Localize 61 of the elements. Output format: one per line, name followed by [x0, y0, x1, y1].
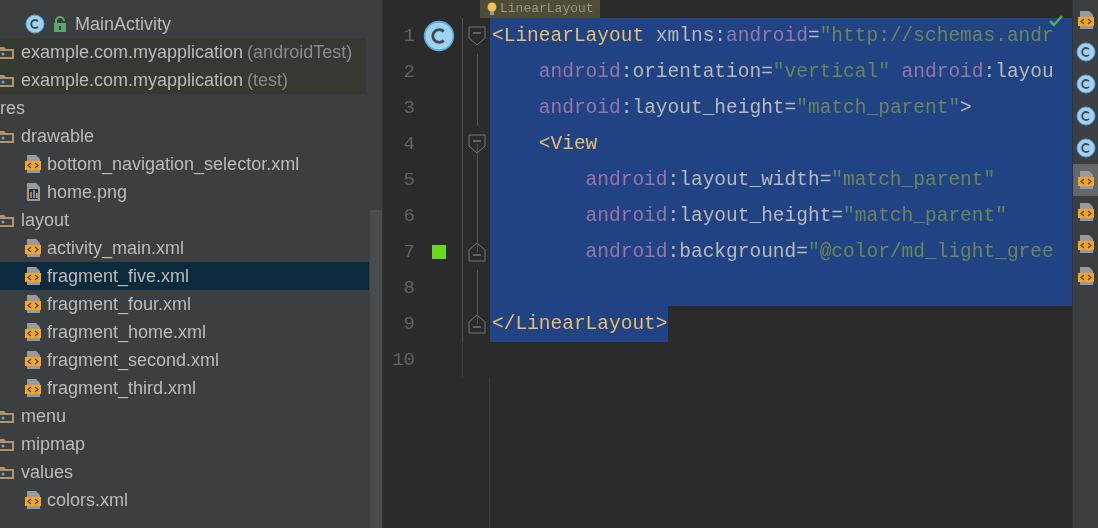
- xml-file-icon: [1077, 266, 1094, 286]
- xml-file-icon: [25, 294, 41, 314]
- tree-item[interactable]: bottom_navigation_selector.xml: [0, 150, 369, 178]
- tree-item[interactable]: menu: [0, 402, 366, 430]
- tree-item[interactable]: fragment_four.xml: [0, 290, 369, 318]
- line-number: 2: [402, 60, 415, 85]
- folder-icon: [0, 44, 15, 60]
- code-line: android:background="@color/md_light_gree: [584, 240, 1054, 265]
- xml-file-icon: [1077, 170, 1094, 190]
- xml-file-icon: [25, 350, 41, 370]
- xml-file-icon: [25, 378, 41, 398]
- tree-item[interactable]: drawable: [0, 122, 366, 150]
- line-number: 9: [402, 312, 415, 337]
- tree-item[interactable]: home.png: [0, 178, 369, 206]
- image-file-icon: [25, 182, 41, 202]
- line-number: 10: [391, 348, 415, 373]
- xml-file-icon: [25, 266, 41, 286]
- tree-item[interactable]: res: [0, 94, 369, 122]
- tree-item[interactable]: activity_main.xml: [0, 234, 369, 262]
- code-line: android:layout_width="match_parent": [584, 168, 996, 193]
- xml-file-icon: [25, 322, 41, 342]
- folder-icon: [0, 72, 15, 88]
- lightbulb-icon: [486, 2, 498, 16]
- xml-file-icon: [25, 238, 41, 258]
- tree-item[interactable]: MainActivity: [0, 10, 369, 38]
- line-number: 3: [402, 96, 415, 121]
- code-line: android:layout_height="match_parent": [584, 204, 1007, 229]
- class-icon: [1075, 42, 1096, 62]
- tree-item[interactable]: values: [0, 458, 366, 486]
- line-number: 1: [402, 24, 415, 49]
- tree-item[interactable]: example.com.myapplication (androidTest): [0, 38, 366, 66]
- code-line: android:orientation="vertical" android:layou: [537, 60, 1054, 85]
- code-line: android:layout_height="match_parent">: [537, 96, 972, 121]
- line-number: 6: [402, 204, 415, 229]
- xml-file-icon: [1077, 10, 1094, 30]
- line-number: 4: [402, 132, 415, 157]
- scrollbar-thumb[interactable]: [370, 210, 382, 528]
- code-line: <LinearLayout xmlns:android="http://schemas.andr: [491, 24, 1054, 49]
- tree-item[interactable]: fragment_five.xml: [0, 262, 369, 290]
- xml-file-icon: [1077, 202, 1094, 222]
- xml-file-icon: [1077, 234, 1094, 254]
- line-number: 7: [402, 240, 415, 265]
- tree-item[interactable]: example.com.myapplication (test): [0, 66, 366, 94]
- tree-item[interactable]: fragment_second.xml: [0, 346, 369, 374]
- tree-item[interactable]: mipmap: [0, 430, 366, 458]
- xml-file-icon: [25, 490, 41, 510]
- tree-item[interactable]: fragment_home.xml: [0, 318, 369, 346]
- class-icon: [1075, 106, 1096, 126]
- breadcrumb[interactable]: LinearLayout: [480, 0, 600, 18]
- file-tab[interactable]: [1073, 164, 1098, 196]
- tree-item[interactable]: colors.xml: [0, 486, 369, 514]
- line-number: 8: [402, 276, 415, 301]
- code-line: <View: [537, 132, 598, 157]
- class-icon: [1075, 74, 1096, 94]
- tree-item[interactable]: fragment_third.xml: [0, 374, 369, 402]
- class-icon: [25, 14, 45, 34]
- class-icon: [1075, 138, 1096, 158]
- xml-file-icon: [25, 154, 41, 174]
- check-icon: [1048, 14, 1064, 28]
- line-number: 5: [402, 168, 415, 193]
- tree-item[interactable]: layout: [0, 206, 366, 234]
